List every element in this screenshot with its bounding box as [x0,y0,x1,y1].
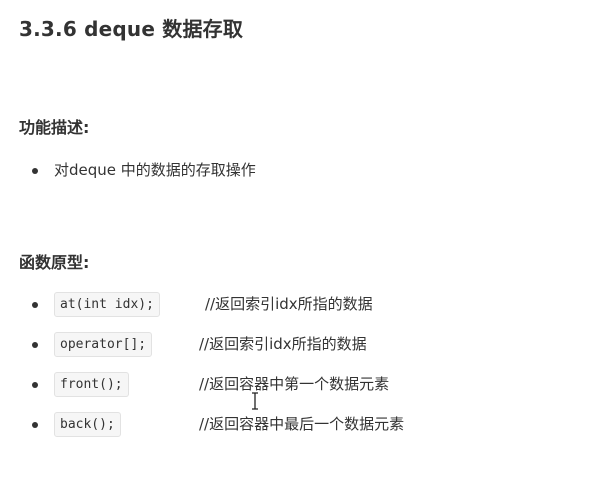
code-snippet: back(); [54,412,121,437]
prototype-heading: 函数原型: [19,253,90,272]
prototype-item-at: at(int idx); //返回索引idx所指的数据 [0,292,589,332]
code-comment: //返回索引idx所指的数据 [199,335,367,353]
description-list: 对deque 中的数据的存取操作 [0,158,589,198]
bullet-icon [32,302,38,308]
text-cursor-icon [252,392,258,410]
bullet-icon [32,382,38,388]
code-comment: //返回容器中最后一个数据元素 [199,415,405,433]
description-text: 对deque 中的数据的存取操作 [54,161,256,179]
code-comment: //返回容器中第一个数据元素 [199,375,390,393]
prototype-item-back: back(); //返回容器中最后一个数据元素 [0,412,589,452]
description-heading: 功能描述: [19,118,90,137]
prototype-item-operator: operator[]; //返回索引idx所指的数据 [0,332,589,372]
code-comment: //返回索引idx所指的数据 [205,295,373,313]
code-snippet: at(int idx); [54,292,160,317]
prototype-item-front: front(); //返回容器中第一个数据元素 [0,372,589,412]
code-snippet: operator[]; [54,332,153,357]
code-snippet: front(); [54,372,129,397]
page-title: 3.3.6 deque 数据存取 [19,17,244,41]
list-item: 对deque 中的数据的存取操作 [0,158,589,198]
document-page: 3.3.6 deque 数据存取 功能描述: 对deque 中的数据的存取操作 … [0,0,589,477]
bullet-icon [32,342,38,348]
bullet-icon [32,422,38,428]
bullet-icon [32,168,38,174]
prototype-list: at(int idx); //返回索引idx所指的数据 operator[]; … [0,292,589,452]
